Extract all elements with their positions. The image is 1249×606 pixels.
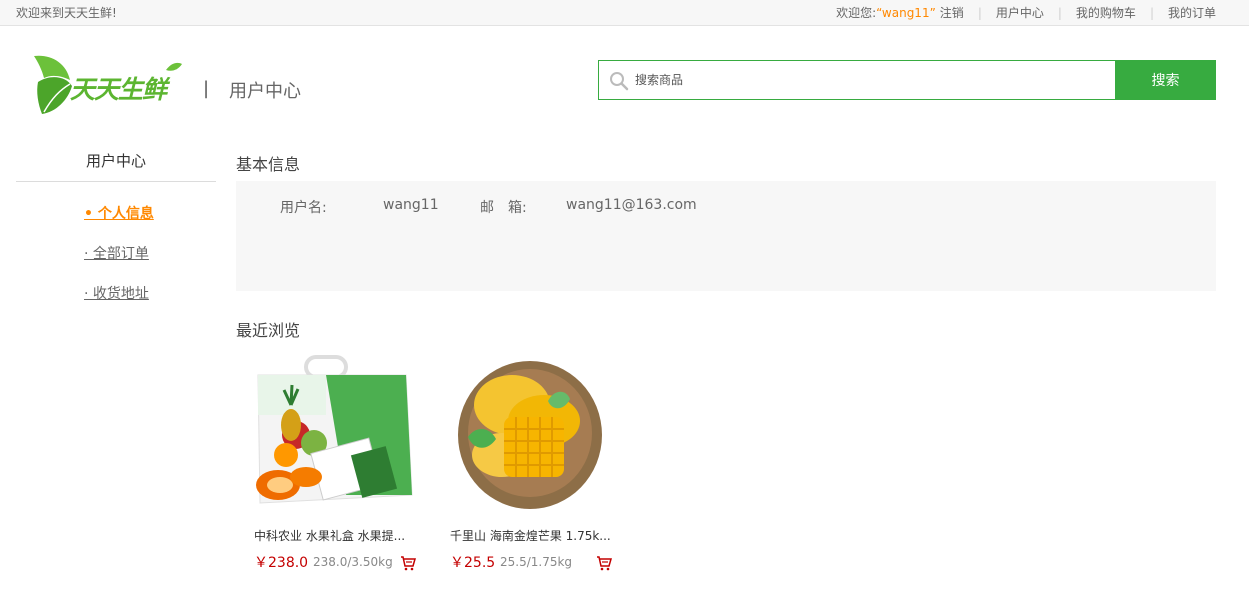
search-box: [598, 60, 1116, 100]
add-to-cart-icon[interactable]: [400, 555, 416, 571]
product-unit-price: 238.0/3.50kg: [313, 555, 393, 569]
product-name[interactable]: 千里山 海南金煌芒果 1.75k...: [450, 527, 610, 544]
page-title: 用户中心: [229, 81, 301, 102]
sidebar-title: 用户中心: [16, 150, 216, 182]
add-to-cart-icon[interactable]: [596, 555, 612, 571]
product-image-mango[interactable]: [432, 355, 612, 515]
search-bar: 搜索: [598, 60, 1216, 100]
search-icon: [610, 72, 629, 91]
product-price: ￥25.5: [450, 555, 496, 571]
cart-link[interactable]: 我的购物车: [1076, 4, 1136, 21]
user-center-link[interactable]: 用户中心: [996, 4, 1044, 21]
product-name[interactable]: 中科农业 水果礼盒 水果提...: [254, 527, 414, 544]
greeting-text: 欢迎您:: [836, 6, 877, 20]
product-unit-price: 25.5/1.75kg: [500, 555, 573, 569]
username-text: “wang11”: [876, 5, 936, 20]
logout-link[interactable]: 注销: [940, 4, 964, 21]
sidebar-item-profile[interactable]: • 个人信息: [84, 203, 154, 223]
logo-text: 天天生鲜: [70, 75, 167, 104]
email-value: wang11@163.com: [566, 197, 697, 213]
username-label: 用户名:: [280, 200, 327, 216]
recent-title: 最近浏览: [236, 321, 301, 340]
search-button[interactable]: 搜索: [1115, 60, 1216, 100]
header-divider: |: [203, 78, 210, 99]
product-image-fruit-giftbox[interactable]: [236, 355, 416, 515]
separator: |: [1149, 5, 1154, 20]
separator: |: [1057, 5, 1062, 20]
separator: |: [977, 5, 982, 20]
sidebar-item-address[interactable]: · 收货地址: [84, 283, 149, 303]
product-card[interactable]: 中科农业 水果礼盒 水果提... ￥238.0 238.0/3.50kg: [236, 355, 416, 585]
product-card[interactable]: 千里山 海南金煌芒果 1.75k... ￥25.5 25.5/1.75kg: [432, 355, 612, 585]
welcome-text: 欢迎来到天天生鲜!: [16, 6, 117, 20]
top-bar: 欢迎来到天天生鲜! 欢迎您: “wang11” 注销 | 用户中心 | 我的购物…: [0, 0, 1249, 26]
orders-link[interactable]: 我的订单: [1168, 4, 1216, 21]
basic-info-title: 基本信息: [236, 155, 301, 174]
sidebar-item-orders[interactable]: · 全部订单: [84, 243, 149, 263]
search-input[interactable]: [635, 62, 1105, 98]
email-label: 邮 箱:: [480, 200, 527, 216]
top-nav: 欢迎您: “wang11” 注销 | 用户中心 | 我的购物车 | 我的订单: [836, 4, 1216, 21]
product-price: ￥238.0: [254, 555, 309, 571]
username-value: wang11: [383, 197, 439, 213]
